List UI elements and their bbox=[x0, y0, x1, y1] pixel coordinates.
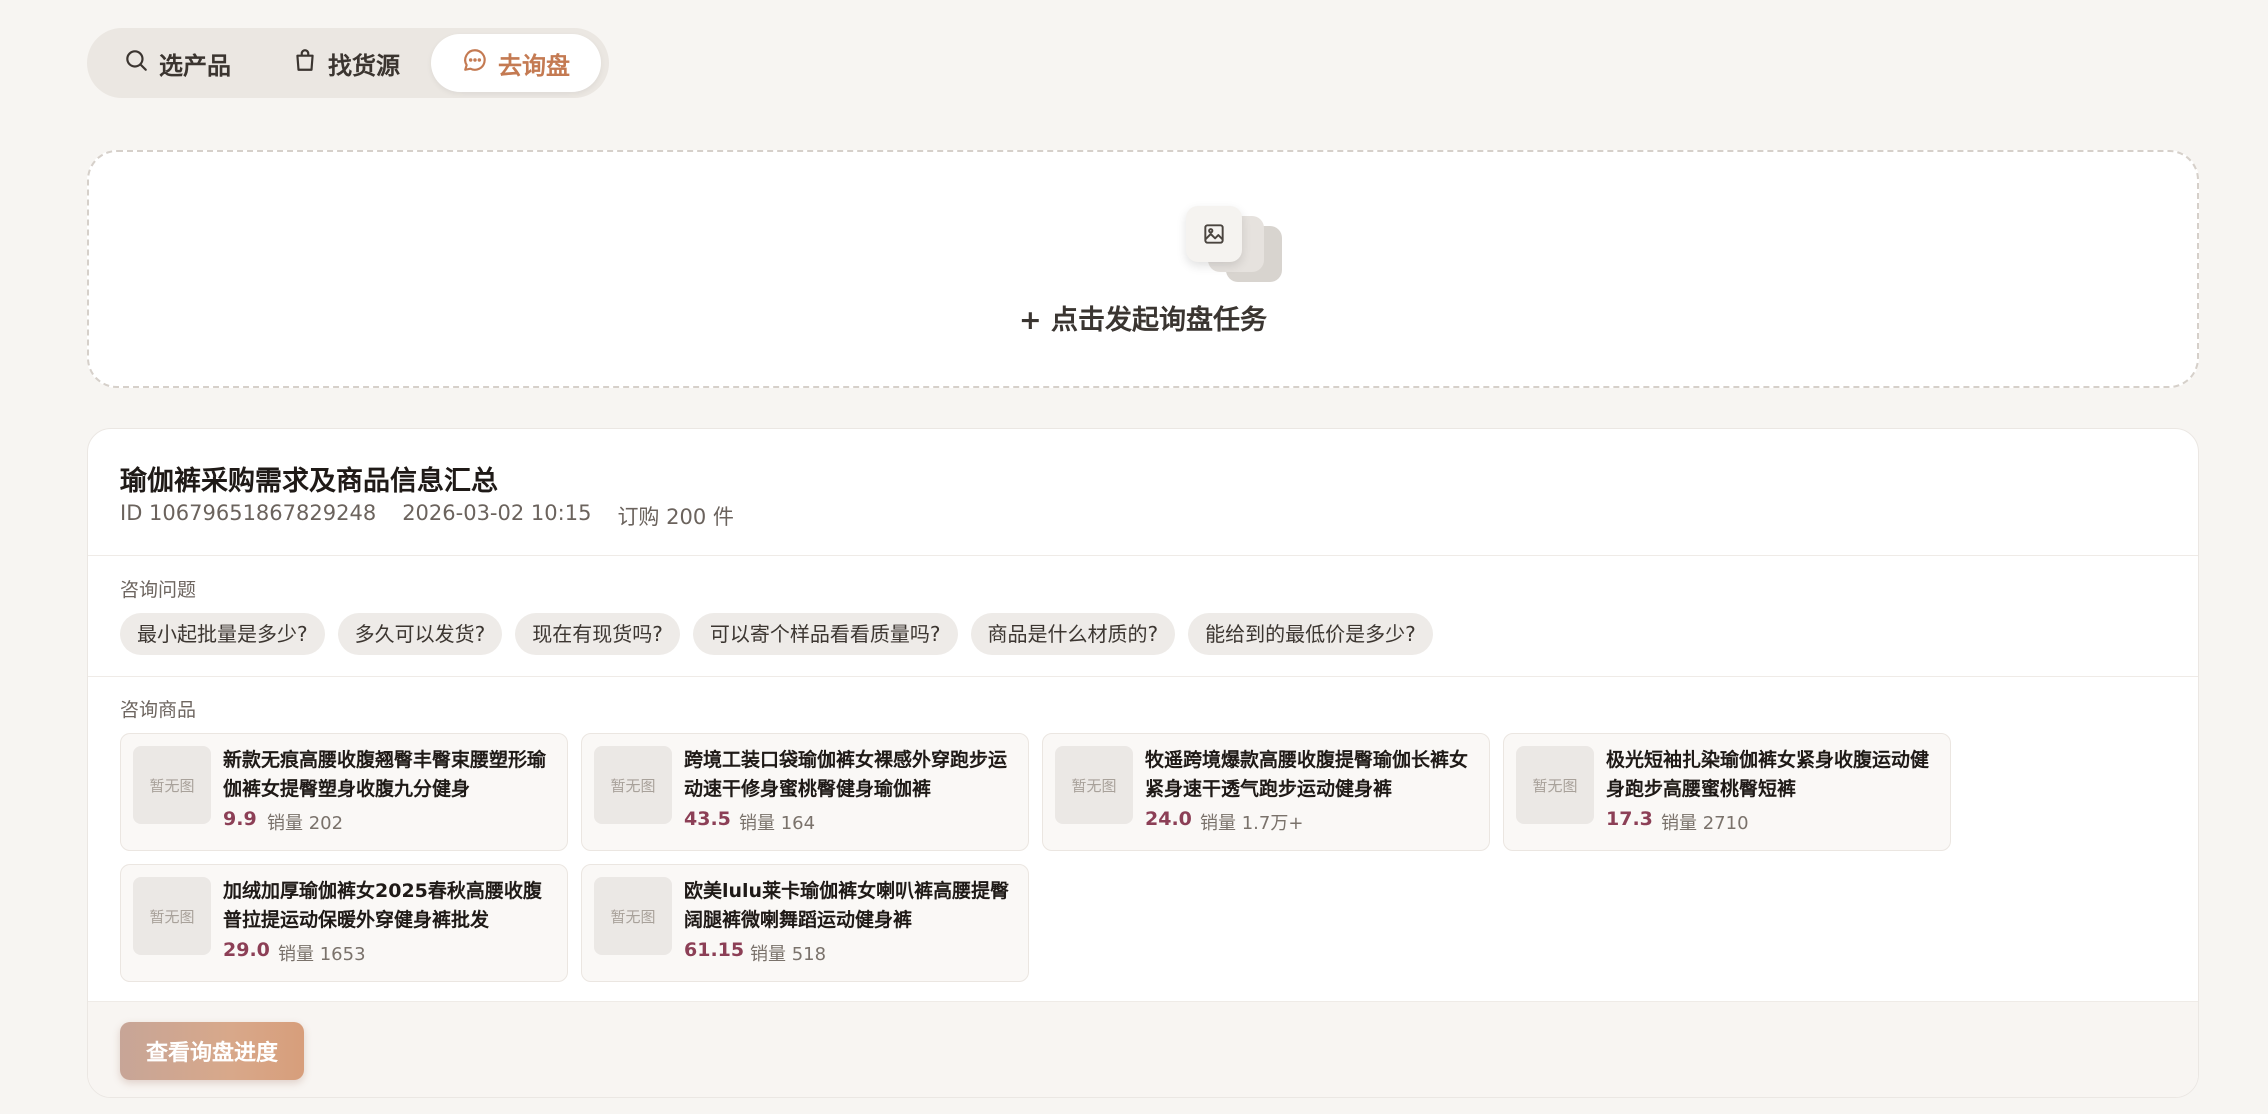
product-thumbnail-placeholder: 暂无图 bbox=[594, 746, 672, 824]
questions-label: 咨询问题 bbox=[120, 579, 197, 601]
inquiry-datetime: 2026-03-02 10:15 bbox=[402, 501, 592, 525]
create-inquiry-label: + 点击发起询盘任务 bbox=[1018, 305, 1268, 336]
card-footer: 查看询盘进度 bbox=[88, 1001, 2198, 1097]
product-name: 加绒加厚瑜伽裤女2025春秋高腰收腹普拉提运动保暖外穿健身裤批发 bbox=[223, 880, 542, 931]
question-chip[interactable]: 现在有现货吗? bbox=[515, 613, 680, 655]
product-price: 9.9 bbox=[223, 808, 257, 830]
inquiry-order-quantity: 订购 200 件 bbox=[617, 505, 734, 529]
image-stack-icon bbox=[1186, 206, 1286, 286]
tab-label: 去询盘 bbox=[498, 51, 570, 80]
products-label: 咨询商品 bbox=[120, 699, 197, 721]
product-sales: 销量 164 bbox=[739, 813, 816, 834]
question-chip[interactable]: 可以寄个样品看看质量吗? bbox=[692, 613, 958, 655]
tab-label: 选产品 bbox=[159, 51, 231, 80]
question-chip[interactable]: 最小起批量是多少? bbox=[120, 613, 325, 655]
product-sales: 销量 202 bbox=[267, 813, 344, 834]
tab-select-product[interactable]: 选产品 bbox=[93, 34, 261, 92]
create-inquiry-dropzone[interactable]: + 点击发起询盘任务 bbox=[87, 150, 2199, 388]
product-card[interactable]: 暂无图 欧美lulu莱卡瑜伽裤女喇叭裤高腰提臀阔腿裤微喇舞蹈运动健身裤 61.1… bbox=[581, 864, 1029, 982]
mode-tabs: 选产品 找货源 去询盘 bbox=[87, 28, 609, 98]
bag-icon bbox=[292, 47, 318, 79]
product-thumbnail-placeholder: 暂无图 bbox=[594, 877, 672, 955]
tab-inquiry[interactable]: 去询盘 bbox=[431, 34, 601, 92]
product-thumbnail-placeholder: 暂无图 bbox=[133, 746, 211, 824]
question-chips: 最小起批量是多少? 多久可以发货? 现在有现货吗? 可以寄个样品看看质量吗? 商… bbox=[120, 613, 1433, 655]
product-name: 跨境工装口袋瑜伽裤女裸感外穿跑步运动速干修身蜜桃臀健身瑜伽裤 bbox=[684, 749, 1008, 800]
product-thumbnail-placeholder: 暂无图 bbox=[1516, 746, 1594, 824]
product-price: 61.15 bbox=[684, 939, 745, 961]
inquiry-card: 瑜伽裤采购需求及商品信息汇总 ID 10679651867829248 2026… bbox=[87, 428, 2199, 1098]
image-icon bbox=[1186, 206, 1242, 262]
product-card[interactable]: 暂无图 加绒加厚瑜伽裤女2025春秋高腰收腹普拉提运动保暖外穿健身裤批发 29.… bbox=[120, 864, 568, 982]
inquiry-id: ID 10679651867829248 bbox=[120, 501, 377, 525]
product-card[interactable]: 暂无图 新款无痕高腰收腹翘臀丰臀束腰塑形瑜伽裤女提臀塑身收腹九分健身 9.9 销… bbox=[120, 733, 568, 851]
product-sales: 销量 1653 bbox=[278, 944, 366, 965]
search-icon bbox=[123, 47, 149, 79]
product-card[interactable]: 暂无图 牧遥跨境爆款高腰收腹提臀瑜伽长裤女紧身速干透气跑步运动健身裤 24.0 … bbox=[1042, 733, 1490, 851]
inquiry-meta: ID 10679651867829248 2026-03-02 10:15 订购… bbox=[120, 501, 734, 531]
product-price: 24.0 bbox=[1145, 808, 1192, 830]
product-name: 极光短袖扎染瑜伽裤女紧身收腹运动健身跑步高腰蜜桃臀短裤 bbox=[1606, 749, 1930, 800]
question-chip[interactable]: 多久可以发货? bbox=[337, 613, 503, 655]
question-chip[interactable]: 商品是什么材质的? bbox=[970, 613, 1176, 655]
product-price: 43.5 bbox=[684, 808, 731, 830]
tab-find-source[interactable]: 找货源 bbox=[261, 34, 431, 92]
chat-icon bbox=[462, 47, 488, 79]
product-thumbnail-placeholder: 暂无图 bbox=[1055, 746, 1133, 824]
divider bbox=[88, 676, 2198, 677]
question-chip[interactable]: 能给到的最低价是多少? bbox=[1188, 613, 1433, 655]
product-name: 欧美lulu莱卡瑜伽裤女喇叭裤高腰提臀阔腿裤微喇舞蹈运动健身裤 bbox=[684, 880, 1010, 931]
product-name: 新款无痕高腰收腹翘臀丰臀束腰塑形瑜伽裤女提臀塑身收腹九分健身 bbox=[223, 749, 547, 800]
product-sales: 销量 1.7万+ bbox=[1200, 813, 1304, 834]
tab-label: 找货源 bbox=[328, 51, 400, 80]
product-sales: 销量 518 bbox=[750, 944, 827, 965]
inquiry-title: 瑜伽裤采购需求及商品信息汇总 bbox=[120, 466, 498, 497]
product-sales: 销量 2710 bbox=[1661, 813, 1749, 834]
product-card[interactable]: 暂无图 极光短袖扎染瑜伽裤女紧身收腹运动健身跑步高腰蜜桃臀短裤 17.3 销量 … bbox=[1503, 733, 1951, 851]
product-card[interactable]: 暂无图 跨境工装口袋瑜伽裤女裸感外穿跑步运动速干修身蜜桃臀健身瑜伽裤 43.5 … bbox=[581, 733, 1029, 851]
product-price: 17.3 bbox=[1606, 808, 1653, 830]
divider bbox=[88, 555, 2198, 556]
product-thumbnail-placeholder: 暂无图 bbox=[133, 877, 211, 955]
product-price: 29.0 bbox=[223, 939, 270, 961]
product-name: 牧遥跨境爆款高腰收腹提臀瑜伽长裤女紧身速干透气跑步运动健身裤 bbox=[1145, 749, 1469, 800]
view-inquiry-progress-button[interactable]: 查看询盘进度 bbox=[120, 1022, 304, 1080]
